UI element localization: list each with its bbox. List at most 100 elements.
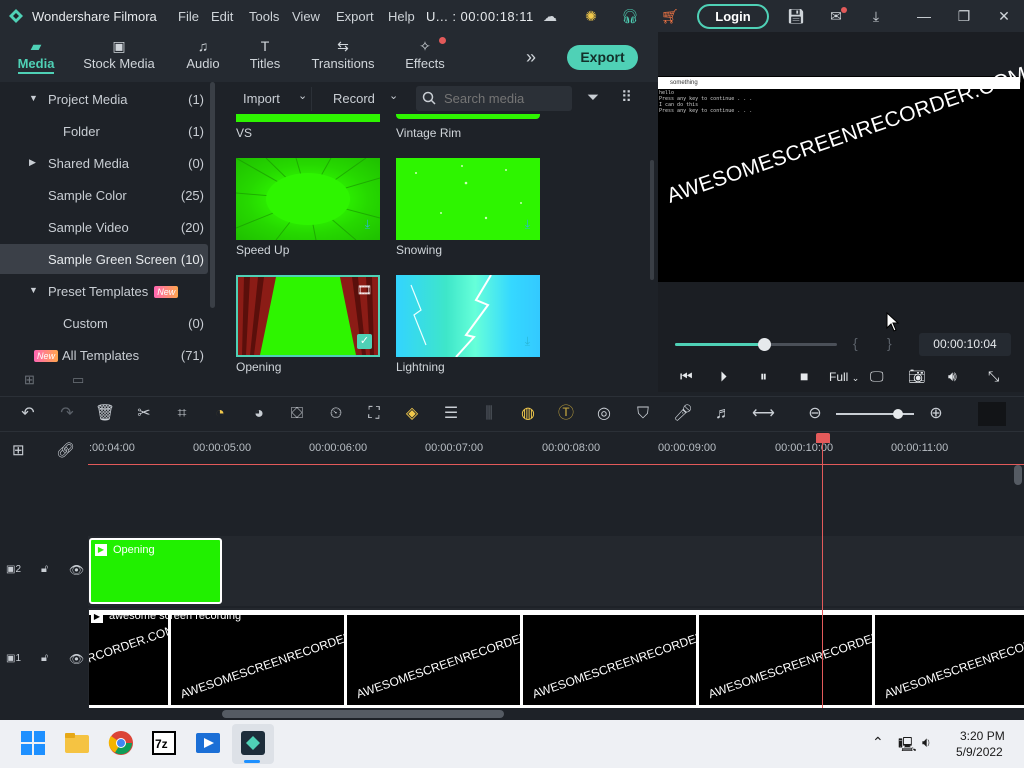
tab-stock-media[interactable]: ▣ Stock Media [82, 36, 156, 71]
duration-timer-icon[interactable]: ⏲︎ [325, 403, 347, 425]
folder-open-icon[interactable]: ▭ [72, 372, 84, 388]
link-icon[interactable]: 🔗︎ [56, 441, 75, 459]
menu-export[interactable]: Export [336, 9, 374, 24]
speech-to-text-icon[interactable]: Ⓣ [555, 403, 577, 425]
playhead-line[interactable] [822, 440, 823, 708]
fit-frame-icon[interactable]: ⛶ [363, 403, 385, 425]
sidebar-item-project-media[interactable]: ▼ Project Media (1) [0, 84, 208, 114]
zoom-out-icon[interactable]: ⊖ [804, 403, 826, 425]
mark-in-icon[interactable]: { [853, 335, 858, 351]
stabilize-icon[interactable]: ⛋ [286, 403, 308, 425]
eye-icon[interactable]: 👁︎ [69, 563, 84, 577]
media-player-icon[interactable] [195, 730, 221, 756]
timeline-vertical-scrollbar[interactable] [1014, 465, 1022, 485]
playback-progress-knob[interactable] [758, 338, 772, 351]
chevron-up-icon[interactable]: ⌃ [872, 734, 884, 751]
keyframe-icon[interactable]: ◈ [401, 403, 423, 425]
marker-shield-icon[interactable]: ⛉ [632, 403, 654, 425]
media-thumb-opening[interactable]: 🎞︎ ✓ [236, 275, 380, 357]
eye-icon[interactable]: 👁︎ [69, 652, 84, 666]
pause-icon[interactable]: ⏸︎ [760, 368, 767, 385]
audio-waveform-icon[interactable]: ⫼ [478, 403, 500, 425]
close-icon[interactable]: ✕ [994, 6, 1014, 26]
sidebar-item-custom[interactable]: Custom (0) [0, 308, 208, 338]
redo-icon[interactable]: ↷ [56, 403, 78, 425]
new-folder-icon[interactable]: ⊞ [24, 372, 35, 388]
tab-titles[interactable]: T Titles [246, 36, 284, 71]
quality-select[interactable]: Full ⌄ [829, 370, 859, 384]
cloud-icon[interactable]: ☁ [540, 6, 560, 26]
sidebar-item-preset-templates[interactable]: ▼ Preset Templates New [0, 276, 208, 306]
media-thumb-lightning[interactable]: ⤓ [396, 275, 540, 357]
speed-icon[interactable]: ◔ [209, 403, 231, 425]
tab-audio[interactable]: ♫ Audio [182, 36, 224, 71]
mark-out-icon[interactable]: } [887, 335, 892, 351]
audio-ducking-icon[interactable]: ◍ [517, 403, 539, 425]
file-explorer-icon[interactable] [64, 730, 90, 756]
clip-opening[interactable]: ▶ Opening [89, 538, 222, 604]
audio-mixer-icon[interactable]: ♬ [712, 403, 734, 425]
record-dropdown[interactable]: Record ⌄ [326, 87, 406, 111]
lock-icon[interactable]: 🔓︎ [41, 563, 48, 576]
windows-start-icon[interactable] [20, 730, 46, 756]
sidebar-scrollbar[interactable] [210, 82, 215, 308]
playhead-handle[interactable] [816, 433, 830, 443]
volume-icon[interactable]: 🔊︎ [948, 368, 957, 385]
media-thumb-snowing[interactable]: ⤓ [396, 158, 540, 240]
undo-icon[interactable]: ↶ [17, 403, 39, 425]
sidebar-item-folder[interactable]: Folder (1) [0, 116, 208, 146]
sidebar-item-sample-green-screen[interactable]: Sample Green Screen (10) [0, 244, 208, 274]
restore-icon[interactable]: ❐ [954, 6, 974, 26]
lock-icon[interactable]: 🔓︎ [41, 652, 48, 665]
search-box[interactable] [416, 86, 572, 111]
export-button[interactable]: Export [567, 45, 638, 70]
menu-view[interactable]: View [292, 9, 320, 24]
cut-scissors-icon[interactable]: ✂ [133, 403, 155, 425]
timeline-horizontal-scrollbar[interactable] [222, 710, 504, 718]
microphone-icon[interactable]: 🎤︎ [672, 403, 694, 425]
speaker-icon[interactable]: 🔉︎ [922, 734, 931, 751]
stop-icon[interactable]: ■ [800, 368, 808, 384]
sidebar-item-sample-color[interactable]: Sample Color (25) [0, 180, 208, 210]
display-settings-icon[interactable]: 🖵︎ [870, 368, 884, 385]
sidebar-item-sample-video[interactable]: Sample Video (20) [0, 212, 208, 242]
zoom-in-icon[interactable]: ⊕ [925, 403, 947, 425]
menu-help[interactable]: Help [388, 9, 415, 24]
search-input[interactable] [444, 91, 564, 106]
media-thumb-speed-up[interactable]: ⤓ [236, 158, 380, 240]
download-icon[interactable]: ⤓ [365, 217, 370, 232]
clock-date[interactable]: 5/9/2022 [956, 745, 1003, 759]
selected-check-icon[interactable]: ✓ [357, 334, 372, 349]
empty-track-area[interactable] [0, 465, 1024, 535]
clip-screen-recording[interactable]: ▶ awesome screen recording RCORDER.COM A… [89, 610, 1024, 708]
filter-icon[interactable]: ⏷ [587, 89, 599, 106]
login-button[interactable]: Login [697, 4, 769, 29]
snapshot-camera-icon[interactable]: 📷︎ [908, 368, 926, 385]
minimize-icon[interactable]: — [914, 6, 934, 26]
menu-tools[interactable]: Tools [249, 9, 279, 24]
clock-time[interactable]: 3:20 PM [960, 729, 1005, 743]
playback-progress-bar[interactable] [675, 338, 837, 351]
sidebar-item-all-templates[interactable]: New All Templates (71) [0, 340, 208, 370]
render-preview-icon[interactable]: ◎ [593, 403, 615, 425]
import-dropdown[interactable]: Import ⌄ [236, 87, 312, 111]
sidebar-item-shared-media[interactable]: ▶ Shared Media (0) [0, 148, 208, 178]
network-icon[interactable]: 🖳︎ [898, 734, 917, 758]
fit-timeline-icon[interactable]: ⟷ [752, 403, 775, 425]
chrome-icon[interactable] [108, 730, 134, 756]
download-icon[interactable]: ⤓ [525, 217, 530, 232]
cart-icon[interactable]: 🛒︎ [660, 6, 680, 26]
play-icon[interactable]: ⏵︎ [720, 368, 727, 385]
previous-frame-icon[interactable]: ⏮︎ [680, 368, 693, 385]
media-thumb-vs[interactable] [236, 114, 380, 122]
color-palette-icon[interactable]: ◕ [248, 403, 270, 425]
headset-icon[interactable]: 🎧︎ [620, 6, 640, 26]
tab-transitions[interactable]: ⇆ Transitions [310, 36, 376, 71]
download-icon[interactable]: ⤓ [866, 6, 886, 26]
delete-icon[interactable]: 🗑︎ [94, 403, 116, 425]
lightbulb-icon[interactable]: ✺ [581, 6, 601, 26]
filmora-taskbar-icon[interactable] [240, 730, 266, 756]
timeline-zoom-knob[interactable] [893, 409, 903, 419]
fullscreen-icon[interactable]: ⤡ [988, 368, 999, 385]
tab-media[interactable]: ▰ Media [14, 36, 58, 71]
